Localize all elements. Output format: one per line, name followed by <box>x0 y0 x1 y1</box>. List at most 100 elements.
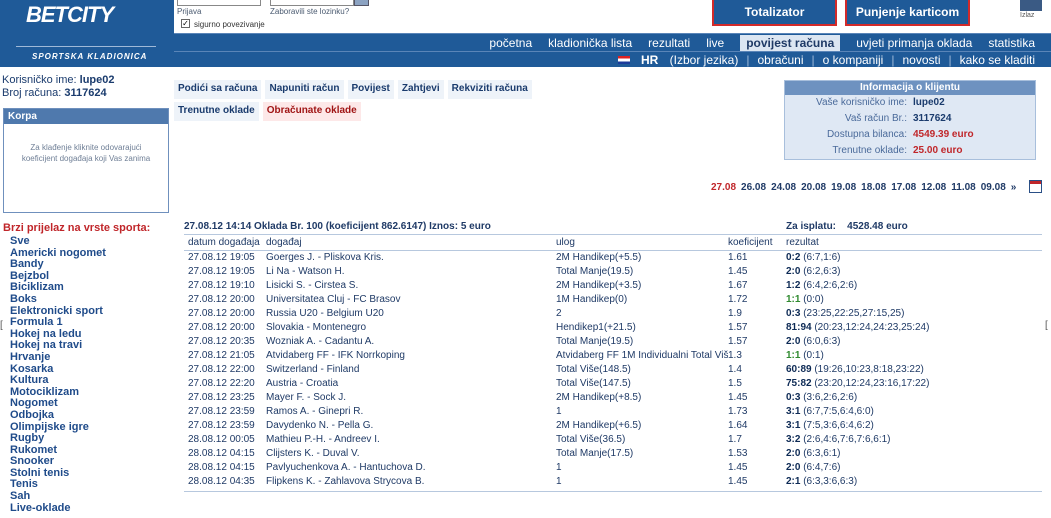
nav-live[interactable]: live <box>706 36 724 50</box>
nav-o-kompaniji[interactable]: o kompaniji <box>823 53 884 67</box>
result-score: 0:3 <box>786 392 801 403</box>
cell-date: 27.08.12 19:05 <box>188 252 255 263</box>
account-tab[interactable]: Trenutne oklade <box>174 102 259 121</box>
sport-link[interactable]: Rugby <box>10 432 106 445</box>
logo[interactable]: BETCITY SPORTSKA KLADIONICA <box>0 0 174 67</box>
sport-link[interactable]: Kultura <box>10 375 106 387</box>
card-topup-button[interactable]: Punjenje karticom <box>845 0 970 26</box>
table-row: 28.08.12 04:15 Clijsters K. - Duval V. Tot… <box>184 447 1042 461</box>
nav-pocetna[interactable]: početna <box>489 36 532 50</box>
nav-statistika[interactable]: statistika <box>988 36 1035 50</box>
result-detail: (6:3,6:1) <box>800 448 841 459</box>
date-link[interactable]: 09.08 <box>981 182 1006 193</box>
logout-icon[interactable] <box>1020 0 1042 11</box>
cell-bet: 2M Handikep(+3.5) <box>556 280 642 291</box>
nav-separator: | <box>948 52 952 67</box>
password-input[interactable] <box>270 0 354 6</box>
nav-novosti[interactable]: novosti <box>902 53 940 67</box>
date-link[interactable]: 19.08 <box>831 182 856 193</box>
cell-result: 81:94 (20:23,12:24,24:23,25:24) <box>786 321 1042 335</box>
account-tab[interactable]: Rekviziti računa <box>447 80 532 99</box>
sport-link[interactable]: Hrvanje <box>10 351 106 364</box>
nav-uvjeti[interactable]: uvjeti primanja oklada <box>856 36 972 50</box>
cell-result: 75:82 (23:20,12:24,23:16,17:22) <box>786 377 1042 391</box>
date-link[interactable]: 24.08 <box>771 182 796 193</box>
cell-date: 27.08.12 20:00 <box>188 294 255 305</box>
cell-date: 27.08.12 23:59 <box>188 406 255 417</box>
result-score: 60:89 <box>786 364 812 375</box>
cell-result: 1:1 (0:1) <box>786 349 1042 363</box>
cell-event: Li Na - Watson H. <box>266 266 345 277</box>
account-tab[interactable]: Napuniti račun <box>265 80 344 99</box>
date-link[interactable]: 12.08 <box>921 182 946 193</box>
language-code: HR <box>640 52 659 67</box>
sport-link[interactable]: Formula 1 <box>10 317 106 329</box>
nav-kladionicka-lista[interactable]: kladionička lista <box>548 36 632 50</box>
client-info-row: Vaše korisničko ime: lupe02 <box>785 95 1035 111</box>
cell-date: 27.08.12 21:05 <box>188 350 255 361</box>
nav-kako-se-kladiti[interactable]: kako se kladiti <box>960 53 1035 67</box>
client-info-key: Vaš račun Br.: <box>844 113 907 124</box>
account-tab[interactable]: Obračunate oklade <box>262 102 361 121</box>
table-row: 28.08.12 00:05 Mathieu P.-H. - Andreev I.… <box>184 433 1042 447</box>
table-body: 27.08.12 19:05 Goerges J. - Pliskova Kris… <box>184 251 1042 489</box>
sport-link[interactable]: Sah <box>10 490 106 503</box>
date-link[interactable]: 18.08 <box>861 182 886 193</box>
username-input[interactable] <box>177 0 261 6</box>
cell-event: Slovakia - Montenegro <box>266 322 367 333</box>
table-row: 27.08.12 20:00 Slovakia - Montenegro Hendi… <box>184 321 1042 335</box>
account-tab[interactable]: Povijest <box>347 80 394 99</box>
date-link[interactable]: » <box>1011 182 1017 193</box>
date-link[interactable]: 11.08 <box>951 182 975 193</box>
cell-result: 3:1 (6:7,7:5,6:4,6:0) <box>786 405 1042 419</box>
cell-result: 60:89 (19:26,10:23,8:18,23:22) <box>786 363 1042 377</box>
cell-result: 2:0 (6:0,6:3) <box>786 335 1042 349</box>
logout-label[interactable]: Izlaz <box>1020 12 1034 19</box>
cell-odds: 1.3 <box>728 350 742 361</box>
date-link[interactable]: 20.08 <box>801 182 826 193</box>
language-selector[interactable]: HR (Izbor jezika) <box>610 53 738 67</box>
logo-subtitle: SPORTSKA KLADIONICA <box>32 52 148 61</box>
nav-separator: | <box>891 52 895 67</box>
nav-obracuni[interactable]: obračuni <box>757 53 803 67</box>
language-hint: (Izbor jezika) <box>669 52 739 67</box>
sport-link[interactable]: Boks <box>10 293 106 306</box>
sport-link[interactable]: Sve <box>10 235 106 248</box>
result-score: 1:1 <box>786 294 801 305</box>
result-detail: (6:7,1:6) <box>800 252 841 263</box>
forgot-password-link[interactable]: Zaboravili ste lozinku? <box>270 7 349 16</box>
result-score: 2:1 <box>786 476 801 487</box>
sport-link[interactable]: Odbojka <box>10 409 106 422</box>
cell-odds: 1.57 <box>728 322 748 333</box>
date-link[interactable]: 26.08 <box>741 182 766 193</box>
secure-connection-checkbox[interactable]: ✓ <box>181 19 190 28</box>
bet-table: datum događaja događaj ulog koeficijent … <box>184 234 1042 492</box>
client-info-key: Vaše korisničko ime: <box>816 97 907 108</box>
cell-odds: 1.4 <box>728 364 742 375</box>
cell-odds: 1.73 <box>728 406 748 417</box>
calendar-icon[interactable] <box>1029 180 1042 193</box>
table-row: 27.08.12 23:59 Ramos A. - Ginepri R. 1 1.73… <box>184 405 1042 419</box>
bet-header: 27.08.12 14:14 Oklada Br. 100 (koeficije… <box>184 221 491 232</box>
result-score: 81:94 <box>786 322 812 333</box>
account-tab[interactable]: Zahtjevi <box>397 80 444 99</box>
login-label[interactable]: Prijava <box>177 7 201 16</box>
date-link[interactable]: 17.08 <box>891 182 916 193</box>
secondary-nav: HR (Izbor jezika) | obračuni | o kompani… <box>174 51 1051 67</box>
cell-odds: 1.45 <box>728 476 748 487</box>
date-link[interactable]: 27.08 <box>711 182 736 193</box>
cell-odds: 1.45 <box>728 392 748 403</box>
cell-bet: 1 <box>556 462 562 473</box>
bet-slip-hint: Za klađenje kliknite odovarajući koefici… <box>21 143 151 163</box>
nav-rezultati[interactable]: rezultati <box>648 36 690 50</box>
account-label: Broj računa: <box>2 87 62 99</box>
sport-link[interactable]: Live-oklade <box>10 502 106 515</box>
cell-odds: 1.45 <box>728 462 748 473</box>
login-submit-button[interactable] <box>354 0 369 6</box>
account-tab[interactable]: Podići sa računa <box>174 80 262 99</box>
totalizator-button[interactable]: Totalizator <box>712 0 837 26</box>
col-rezultat: rezultat <box>786 237 819 248</box>
col-koeficijent: koeficijent <box>728 237 773 248</box>
nav-povijest-racuna[interactable]: povijest računa <box>740 34 841 51</box>
cell-event: Austria - Croatia <box>266 378 339 389</box>
